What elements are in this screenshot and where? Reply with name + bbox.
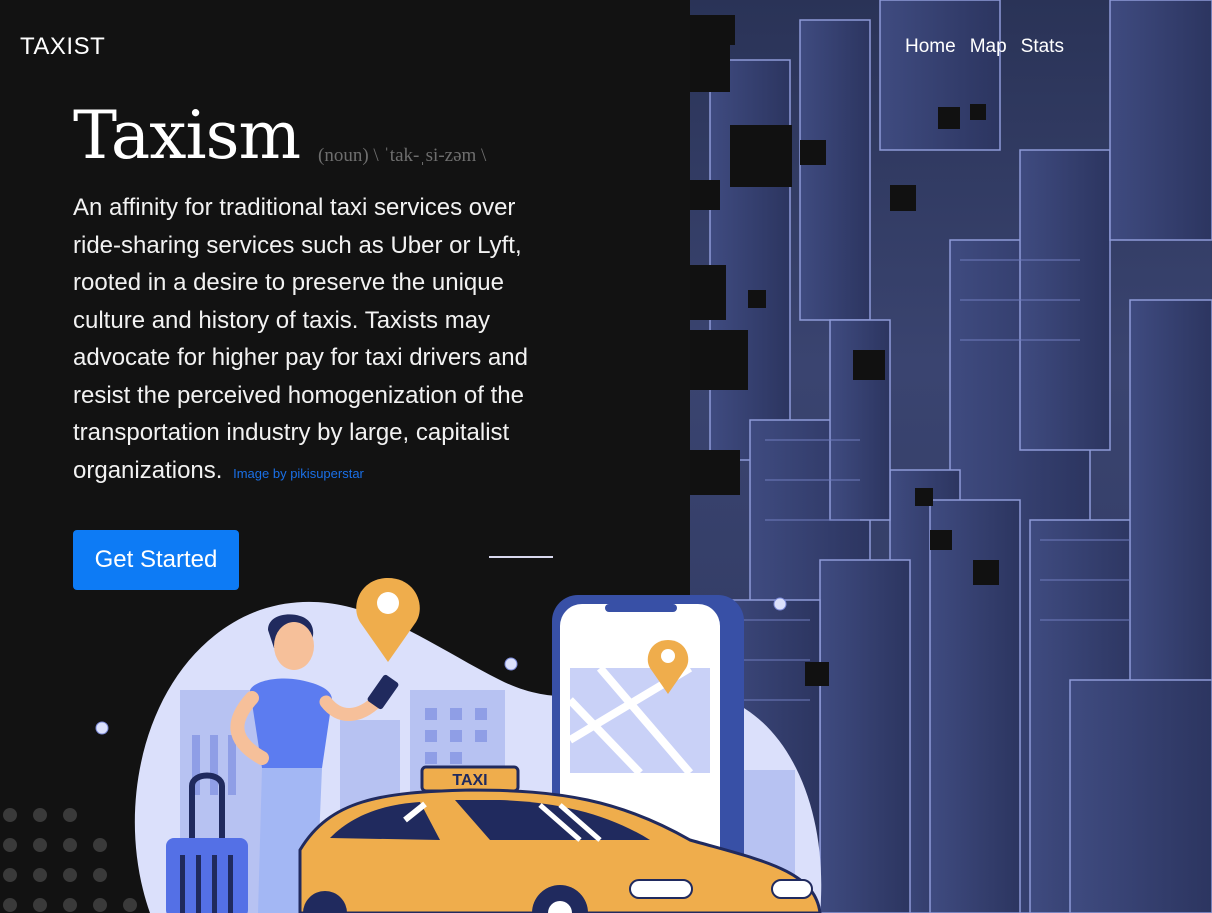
hero-section: Taxism (noun) \ ˈtak-ˌsi-zəm \ An affini… <box>73 95 543 492</box>
brand-logo[interactable]: TAXIST <box>20 33 105 61</box>
decorative-line <box>489 556 553 558</box>
taxi-sign-text: TAXI <box>452 772 487 789</box>
floating-dot <box>773 597 787 611</box>
nav-links: Home Map Stats <box>905 36 1064 58</box>
page-title: Taxism <box>73 97 301 174</box>
floating-dot <box>504 657 518 671</box>
dot-pattern <box>3 808 137 912</box>
taxi-illustration: TAXI <box>3 578 822 913</box>
nav-link-stats[interactable]: Stats <box>1021 36 1064 58</box>
definition-body: An affinity for traditional taxi service… <box>73 194 528 484</box>
image-credit-link[interactable]: Image by pikisuperstar <box>233 466 364 481</box>
definition-text: An affinity for traditional taxi service… <box>73 189 543 492</box>
title-row: Taxism (noun) \ ˈtak-ˌsi-zəm \ <box>73 95 543 175</box>
navbar: TAXIST Home Map Stats <box>0 0 1212 95</box>
nav-link-map[interactable]: Map <box>970 36 1007 58</box>
pronunciation: (noun) \ ˈtak-ˌsi-zəm \ <box>318 145 487 166</box>
nav-link-home[interactable]: Home <box>905 36 956 58</box>
landing-page: TAXIST Home Map Stats Taxism (noun) \ ˈt… <box>0 0 1212 913</box>
floating-dot <box>95 721 109 735</box>
